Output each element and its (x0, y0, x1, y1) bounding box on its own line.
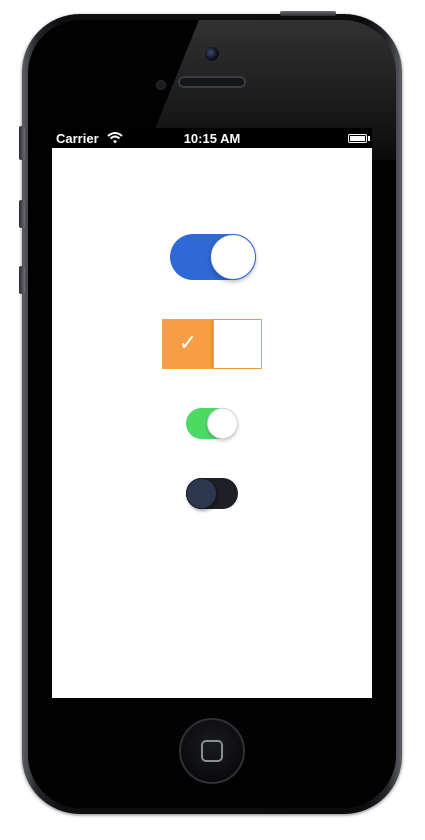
proximity-sensor (156, 80, 166, 90)
earpiece-speaker (178, 76, 246, 88)
orange-checkbox-toggle[interactable]: ✓ (162, 319, 262, 369)
battery-icon (348, 134, 367, 143)
status-time: 10:15 AM (183, 131, 241, 146)
dark-toggle-knob[interactable] (186, 478, 217, 509)
green-toggle-knob[interactable] (207, 408, 238, 439)
battery-tip (368, 136, 370, 141)
power-button[interactable] (280, 11, 336, 16)
home-square-icon (201, 740, 223, 762)
volume-down-button[interactable] (19, 266, 25, 294)
front-camera (204, 46, 220, 62)
screen: Carrier 10:15 AM ✓ (52, 128, 372, 698)
checkmark-icon: ✓ (178, 330, 198, 355)
green-toggle[interactable] (186, 408, 238, 439)
dark-toggle[interactable] (186, 478, 238, 509)
blue-toggle-knob[interactable] (210, 234, 256, 280)
home-button[interactable] (179, 718, 245, 784)
orange-toggle-knob[interactable] (213, 320, 261, 368)
blue-toggle[interactable] (170, 234, 256, 280)
mute-switch[interactable] (19, 126, 25, 160)
volume-up-button[interactable] (19, 200, 25, 228)
status-bar: Carrier 10:15 AM (52, 128, 372, 148)
orange-toggle-fill: ✓ (163, 320, 213, 368)
